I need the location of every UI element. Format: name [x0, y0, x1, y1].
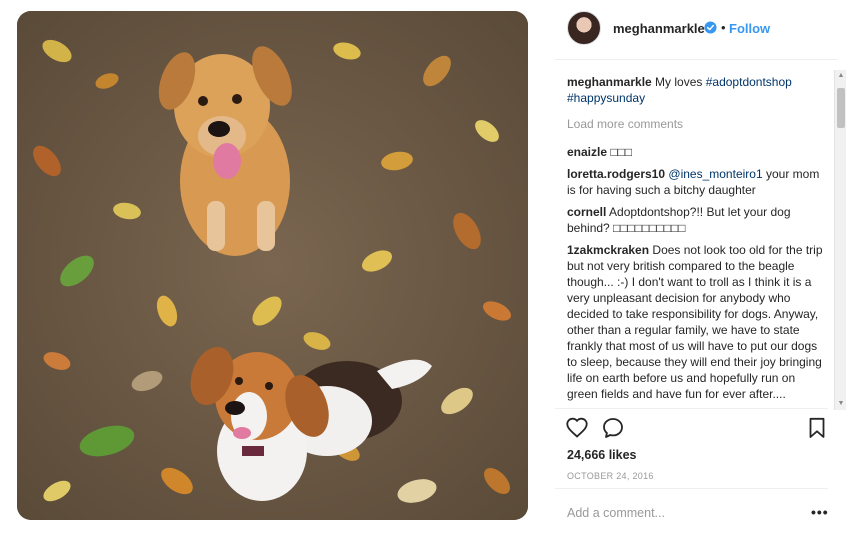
- load-more-comments-button[interactable]: Load more comments: [567, 116, 825, 132]
- verified-badge-icon: [704, 21, 717, 34]
- scrollbar-thumb[interactable]: [837, 88, 845, 128]
- add-comment-input[interactable]: [567, 506, 787, 520]
- heart-icon[interactable]: [565, 416, 589, 440]
- caption-username[interactable]: meghanmarkle: [567, 75, 652, 89]
- divider: [555, 488, 828, 489]
- comment-mention[interactable]: @ines_monteiro1: [668, 167, 762, 181]
- comment-text: □□□: [610, 145, 633, 159]
- comment-username[interactable]: 1zakmckraken: [567, 243, 649, 257]
- comment-item: enaizle □□□: [567, 144, 825, 160]
- comment-username[interactable]: cornell: [567, 205, 606, 219]
- comment-item: loretta.rodgers10 @ines_monteiro1 your m…: [567, 166, 825, 198]
- comment-username[interactable]: loretta.rodgers10: [567, 167, 665, 181]
- caption-text: My loves: [655, 75, 703, 89]
- comment-bubble-icon[interactable]: [601, 416, 625, 440]
- more-options-icon[interactable]: •••: [811, 504, 829, 520]
- comment-item: 1zakmckraken Does not look too old for t…: [567, 242, 825, 402]
- hashtag-link[interactable]: #adoptdontshop: [706, 75, 792, 89]
- post-date[interactable]: OCTOBER 24, 2016: [567, 471, 654, 481]
- follow-button[interactable]: Follow: [729, 21, 770, 36]
- bookmark-icon[interactable]: [805, 416, 829, 440]
- caption: meghanmarkle My loves #adoptdontshop #ha…: [567, 74, 825, 106]
- post-photo[interactable]: [17, 11, 528, 520]
- avatar[interactable]: [567, 11, 601, 45]
- comment-text: Does not look too old for the trip but n…: [567, 243, 823, 401]
- divider: [555, 408, 828, 409]
- comments-scrollbar[interactable]: ▲ ▼: [834, 70, 846, 410]
- likes-count[interactable]: 24,666 likes: [567, 448, 637, 462]
- hashtag-link[interactable]: #happysunday: [567, 91, 645, 105]
- post-side-panel: meghanmarkle • Follow meghanmarkle My lo…: [555, 0, 838, 536]
- scroll-down-arrow-icon[interactable]: ▼: [835, 398, 847, 410]
- dogs-on-leaves-image: [17, 11, 528, 520]
- comment-item: cornell Adoptdontshop?!! But let your do…: [567, 204, 825, 236]
- action-bar: [565, 414, 828, 442]
- header-username[interactable]: meghanmarkle: [613, 21, 705, 36]
- header-separator: •: [721, 20, 726, 35]
- comments-list[interactable]: meghanmarkle My loves #adoptdontshop #ha…: [567, 74, 825, 409]
- scroll-up-arrow-icon[interactable]: ▲: [835, 70, 847, 82]
- comment-username[interactable]: enaizle: [567, 145, 607, 159]
- post-header: meghanmarkle • Follow: [555, 0, 838, 60]
